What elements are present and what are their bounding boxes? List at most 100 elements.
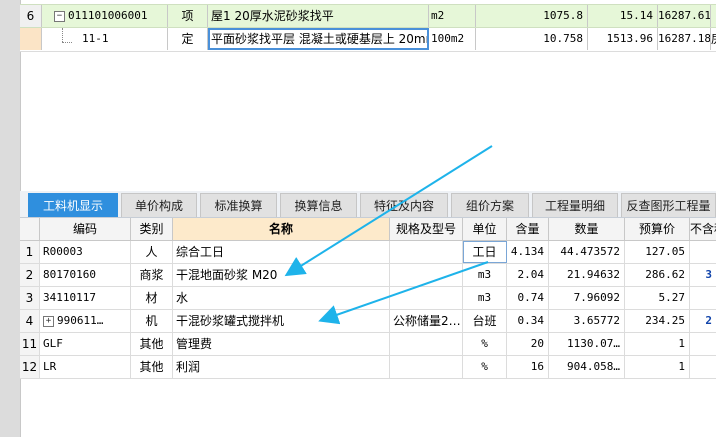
quantity-cell[interactable]: 3.65772 xyxy=(549,310,625,332)
content-cell[interactable]: 16 xyxy=(507,356,549,378)
tab-unit-price-composition[interactable]: 单价构成 xyxy=(121,193,197,217)
price-cell[interactable]: 1 xyxy=(625,356,690,378)
type-cell[interactable]: 人 xyxy=(131,241,173,263)
item-unit-price: 15.14 xyxy=(588,5,658,27)
name-cell[interactable]: 干混砂浆罐式搅拌机 xyxy=(173,310,390,332)
tab-standard-conversion[interactable]: 标准换算 xyxy=(200,193,277,217)
quota-quantity[interactable]: 10.758 xyxy=(476,28,588,50)
tab-pricing-scheme[interactable]: 组价方案 xyxy=(451,193,529,217)
collapse-icon[interactable]: − xyxy=(54,10,65,22)
tab-conversion-info[interactable]: 换算信息 xyxy=(280,193,357,217)
spec-cell[interactable] xyxy=(390,241,463,263)
row-index: 1 xyxy=(20,241,40,263)
table-row[interactable]: 4 +990611… 机 干混砂浆罐式搅拌机 公称储量2… 台班 0.34 3.… xyxy=(20,310,716,333)
header-unit[interactable]: 单位 xyxy=(463,218,507,240)
notax-cell[interactable] xyxy=(690,333,716,355)
name-cell[interactable]: 管理费 xyxy=(173,333,390,355)
content-cell[interactable]: 4.134 xyxy=(507,241,549,263)
header-spec[interactable]: 规格及型号 xyxy=(390,218,463,240)
price-cell[interactable]: 1 xyxy=(625,333,690,355)
code-cell[interactable]: LR xyxy=(40,356,131,378)
notax-cell[interactable]: 2 xyxy=(690,310,716,332)
header-name[interactable]: 名称 xyxy=(173,218,390,240)
code-cell[interactable]: GLF xyxy=(40,333,131,355)
quantity-cell[interactable]: 44.473572 xyxy=(549,241,625,263)
code-cell[interactable]: +990611… xyxy=(40,310,131,332)
quota-code-cell[interactable]: 11-1 xyxy=(42,28,168,50)
item-name[interactable]: 屋1 20厚水泥砂浆找平 xyxy=(208,5,429,27)
type-cell[interactable]: 其他 xyxy=(131,333,173,355)
spec-cell[interactable] xyxy=(390,287,463,309)
unit-cell[interactable]: % xyxy=(463,333,507,355)
type-cell[interactable]: 其他 xyxy=(131,356,173,378)
header-quantity[interactable]: 数量 xyxy=(549,218,625,240)
left-frame-edge xyxy=(0,0,21,437)
table-row[interactable]: 12 LR 其他 利润 % 16 904.058… 1 xyxy=(20,356,716,379)
table-row[interactable]: 2 80170160 商浆 干混地面砂浆 M20 m3 2.04 21.9463… xyxy=(20,264,716,287)
tab-quantity-detail[interactable]: 工程量明细 xyxy=(532,193,618,217)
notax-cell[interactable] xyxy=(690,241,716,263)
notax-cell[interactable] xyxy=(690,287,716,309)
code-cell[interactable]: R00003 xyxy=(40,241,131,263)
price-cell[interactable]: 286.62 xyxy=(625,264,690,286)
content-cell[interactable]: 20 xyxy=(507,333,549,355)
table-row[interactable]: 11 GLF 其他 管理费 % 20 1130.07… 1 xyxy=(20,333,716,356)
top-row-quota[interactable]: 11-1 定 平面砂浆找平层 混凝土或硬基层上 20mm 100m2 10.75… xyxy=(20,28,716,52)
name-cell[interactable]: 利润 xyxy=(173,356,390,378)
expand-icon[interactable]: + xyxy=(43,315,54,327)
spec-cell[interactable] xyxy=(390,264,463,286)
header-price[interactable]: 预算价 xyxy=(625,218,690,240)
quota-extra: 房 xyxy=(711,28,716,50)
quota-name-edit[interactable]: 平面砂浆找平层 混凝土或硬基层上 20mm xyxy=(208,28,429,50)
type-cell[interactable]: 商浆 xyxy=(131,264,173,286)
row-index: 4 xyxy=(20,310,40,332)
unit-cell[interactable]: m3 xyxy=(463,264,507,286)
item-unit: m2 xyxy=(429,5,476,27)
unit-cell[interactable]: 工日 xyxy=(463,241,507,263)
table-row[interactable]: 3 34110117 材 水 m3 0.74 7.96092 5.27 xyxy=(20,287,716,310)
row-index: 11 xyxy=(20,333,40,355)
quantity-cell[interactable]: 904.058… xyxy=(549,356,625,378)
tab-reverse-lookup[interactable]: 反查图形工程量 xyxy=(621,193,716,217)
top-row-item[interactable]: 6 −011101006001 项 屋1 20厚水泥砂浆找平 m2 1075.8… xyxy=(20,4,716,28)
row-index: 2 xyxy=(20,264,40,286)
header-content[interactable]: 含量 xyxy=(507,218,549,240)
type-cell[interactable]: 机 xyxy=(131,310,173,332)
unit-cell[interactable]: % xyxy=(463,356,507,378)
item-code-cell[interactable]: −011101006001 xyxy=(42,5,168,27)
name-cell[interactable]: 干混地面砂浆 M20 xyxy=(173,264,390,286)
name-cell[interactable]: 综合工日 xyxy=(173,241,390,263)
spec-cell[interactable]: 公称储量2… xyxy=(390,310,463,332)
code-cell[interactable]: 34110117 xyxy=(40,287,131,309)
quota-total: 16287.18 xyxy=(658,28,711,50)
notax-cell[interactable] xyxy=(690,356,716,378)
header-type[interactable]: 类别 xyxy=(131,218,173,240)
tab-labor-material-machine[interactable]: 工料机显示 xyxy=(28,193,118,217)
quantity-cell[interactable]: 7.96092 xyxy=(549,287,625,309)
price-cell[interactable]: 5.27 xyxy=(625,287,690,309)
header-notax-price[interactable]: 不含税市 xyxy=(690,218,716,240)
quantity-cell[interactable]: 21.94632 xyxy=(549,264,625,286)
header-index xyxy=(20,218,40,240)
name-cell[interactable]: 水 xyxy=(173,287,390,309)
spec-cell[interactable] xyxy=(390,333,463,355)
unit-cell[interactable]: m3 xyxy=(463,287,507,309)
row-index: 3 xyxy=(20,287,40,309)
price-cell[interactable]: 127.05 xyxy=(625,241,690,263)
spec-cell[interactable] xyxy=(390,356,463,378)
quota-unit-price: 1513.96 xyxy=(588,28,658,50)
notax-cell[interactable]: 3 xyxy=(690,264,716,286)
header-code[interactable]: 编码 xyxy=(40,218,131,240)
unit-cell[interactable]: 台班 xyxy=(463,310,507,332)
table-row[interactable]: 1 R00003 人 综合工日 工日 4.134 44.473572 127.0… xyxy=(20,241,716,264)
tab-features-content[interactable]: 特征及内容 xyxy=(360,193,448,217)
type-cell[interactable]: 材 xyxy=(131,287,173,309)
item-quantity[interactable]: 1075.8 xyxy=(476,5,588,27)
grid-header: 编码 类别 名称 规格及型号 单位 含量 数量 预算价 不含税市 xyxy=(20,218,716,241)
content-cell[interactable]: 0.34 xyxy=(507,310,549,332)
code-cell[interactable]: 80170160 xyxy=(40,264,131,286)
content-cell[interactable]: 0.74 xyxy=(507,287,549,309)
quantity-cell[interactable]: 1130.07… xyxy=(549,333,625,355)
content-cell[interactable]: 2.04 xyxy=(507,264,549,286)
price-cell[interactable]: 234.25 xyxy=(625,310,690,332)
